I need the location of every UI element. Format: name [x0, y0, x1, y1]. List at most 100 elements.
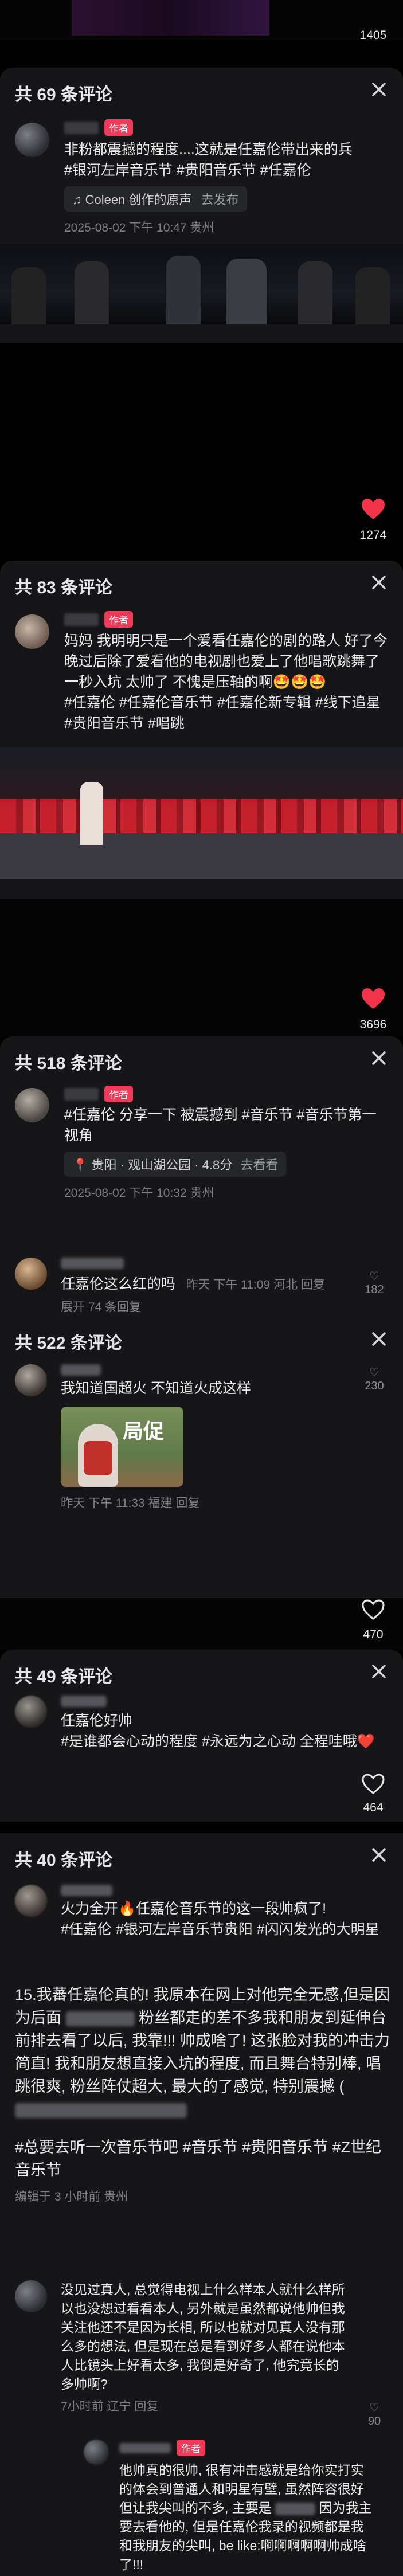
comment-text: 没见过真人, 总觉得电视上什么样本人就什么样所以也没想过看看本人, 另外就是虽然… — [61, 2282, 345, 2391]
comment-panel: 共 40 条评论 火力全开🔥任嘉伦音乐节的这一段帅疯了! #任嘉伦 #银河左岸音… — [0, 1833, 403, 2576]
video-thumbnail[interactable] — [0, 747, 403, 879]
comment-meta: 昨天 下午 11:09 河北 回复 — [186, 1278, 325, 1291]
post-tags[interactable]: #任嘉伦 #任嘉伦音乐节 #任嘉伦新专辑 #线下追星 #贵阳音乐节 #唱跳 — [64, 692, 392, 734]
redacted-text — [15, 2103, 187, 2118]
comment-meta: 昨天 下午 11:33 福建 回复 — [61, 1497, 200, 1510]
post-text: 妈妈 我明明只是一个爱看任嘉伦的剧的路人 好了今晚过后除了爱看他的电视剧也爱上了… — [64, 633, 388, 690]
like-column[interactable]: 1405 — [350, 0, 396, 42]
close-icon[interactable] — [367, 571, 390, 594]
comment-like-count: 90 — [367, 2415, 381, 2428]
username[interactable] — [64, 613, 99, 626]
username[interactable] — [119, 2442, 171, 2453]
post-timestamp: 2025-08-02 下午 10:47 贵州 — [64, 221, 214, 234]
username[interactable] — [61, 1258, 124, 1269]
like-count: 3696 — [359, 1018, 387, 1031]
comment-count-title: 共 83 条评论 — [15, 578, 113, 597]
like-column[interactable]: 470 — [350, 1598, 396, 1642]
comment-count-title: 共 522 条评论 — [15, 1334, 122, 1353]
username[interactable] — [64, 121, 99, 134]
comment-meta: 7小时前 辽宁 回复 — [61, 2400, 159, 2413]
username[interactable] — [61, 1696, 107, 1707]
comment-like[interactable]: ♡ 230 — [357, 1365, 392, 1393]
sticker-caption: 局促 — [123, 1419, 165, 1443]
comment-count-title: 共 69 条评论 — [15, 85, 113, 104]
music-publish: 去发布 — [201, 193, 239, 207]
post-timestamp: 2025-08-02 下午 10:32 贵州 — [64, 1187, 214, 1200]
close-icon[interactable] — [367, 1843, 390, 1866]
author-badge: 作者 — [104, 119, 133, 136]
panel-header: 共 518 条评论 — [0, 1036, 403, 1080]
redacted-text — [275, 2502, 316, 2515]
video-thumbnail[interactable] — [0, 244, 403, 324]
video-area[interactable] — [0, 1598, 403, 1650]
username[interactable] — [61, 1885, 112, 1896]
comment-count-title: 共 518 条评论 — [15, 1054, 122, 1073]
comment-like-count: 230 — [365, 1380, 384, 1392]
heart-icon[interactable] — [361, 987, 386, 1010]
avatar[interactable] — [15, 1258, 47, 1290]
comment-text: 任嘉伦好帅 — [61, 1713, 133, 1729]
heart-outline-icon[interactable] — [361, 1772, 386, 1795]
video-area[interactable] — [0, 899, 403, 1036]
avatar[interactable] — [15, 1885, 47, 1917]
avatar[interactable] — [15, 123, 49, 157]
close-icon[interactable] — [367, 1660, 390, 1683]
panel-header: 共 83 条评论 — [0, 561, 403, 604]
panel-header: 共 49 条评论 — [0, 1650, 403, 1693]
location-chip[interactable]: 📍 贵阳 · 观山湖公园 · 4.8分 去看看 — [64, 1152, 287, 1177]
comment-panel: 共 69 条评论 作者 非粉都震撼的程度....这就是任嘉伦带出来的兵 #银河左… — [0, 68, 403, 343]
panel-header: 共 40 条评论 — [0, 1833, 403, 1877]
like-count: 1405 — [359, 29, 387, 42]
music-icon: ♫ — [72, 193, 82, 207]
sticker-image[interactable]: 局促 — [61, 1407, 183, 1487]
post-body: 15.我蕃任嘉伦真的! 我原本在网上对他完全无感,但是因为后面 粉丝都走的差不多… — [15, 1983, 390, 2205]
like-column[interactable]: 464 — [350, 1772, 396, 1815]
close-icon[interactable] — [367, 78, 390, 101]
heart-outline-icon: ♡ — [369, 1270, 379, 1283]
comment-panel: 共 522 条评论 我知道国超火 不知道火成这样 局促 昨天 下午 11:33 … — [0, 1329, 403, 1598]
video-area[interactable] — [0, 0, 403, 40]
post-tags[interactable]: #银河左岸音乐节 #贵阳音乐节 #任嘉伦 — [64, 160, 386, 181]
post-text: #任嘉伦 分享一下 被震撼到 #音乐节 #音乐节第一视角 — [64, 1107, 377, 1144]
location-name: 贵阳 · 观山湖公园 · 4.8分 — [91, 1158, 233, 1172]
username[interactable] — [61, 1364, 101, 1376]
music-title: Coleen 创作的原声 — [85, 193, 192, 207]
comment-panel: 共 518 条评论 作者 #任嘉伦 分享一下 被震撼到 #音乐节 #音乐节第一视… — [0, 1036, 403, 1334]
like-count: 470 — [363, 1628, 384, 1641]
author-badge: 作者 — [104, 611, 133, 628]
comment-like[interactable]: ♡ 182 — [357, 1269, 392, 1297]
comment-count-title: 共 40 条评论 — [15, 1851, 113, 1870]
heart-outline-icon: ♡ — [369, 1367, 379, 1379]
video-area[interactable] — [0, 343, 403, 561]
avatar[interactable] — [15, 2280, 47, 2312]
redacted-text — [65, 2011, 135, 2026]
comment-text: 我知道国超火 不知道火成这样 — [61, 1380, 251, 1396]
author-badge: 作者 — [104, 1086, 133, 1102]
post-tags[interactable]: #任嘉伦 #银河左岸音乐节贵阳 #闪闪发光的大明星 — [61, 1919, 386, 1940]
avatar[interactable] — [15, 1088, 49, 1122]
comment-panel: 共 49 条评论 任嘉伦好帅 #是谁都会心动的程度 #永远为之心动 全程哇哦❤️… — [0, 1650, 403, 1822]
comment-like[interactable]: ♡ 90 — [357, 2401, 392, 2428]
like-count: 1274 — [359, 528, 387, 542]
post-tags[interactable]: #总要去听一次音乐节吧 #音乐节 #贵阳音乐节 #Z世纪音乐节 — [15, 2136, 390, 2182]
like-column[interactable]: 1274 — [350, 498, 396, 542]
post-text: 非粉都震撼的程度....这就是任嘉伦带出来的兵 — [64, 142, 353, 158]
avatar[interactable] — [15, 1696, 47, 1728]
comment-text: 任嘉伦这么红的吗 — [61, 1276, 176, 1292]
author-badge: 作者 — [177, 2440, 205, 2456]
panel-header: 共 69 条评论 — [0, 68, 403, 111]
close-icon[interactable] — [367, 1329, 390, 1350]
username[interactable] — [64, 1087, 99, 1101]
close-icon[interactable] — [367, 1047, 390, 1070]
like-column[interactable]: 3696 — [350, 987, 396, 1032]
comment-tags[interactable]: #是谁都会心动的程度 #永远为之心动 全程哇哦❤️ — [61, 1731, 386, 1752]
panel-header: 共 522 条评论 — [0, 1329, 403, 1357]
heart-outline-icon[interactable] — [361, 1598, 386, 1621]
avatar[interactable] — [15, 614, 49, 649]
avatar[interactable] — [15, 1364, 47, 1396]
music-chip[interactable]: ♫ Coleen 创作的原声 去发布 — [64, 186, 247, 212]
heart-icon[interactable] — [361, 498, 386, 520]
expand-replies[interactable]: 展开 74 条回复 — [61, 1298, 386, 1315]
video-frame — [72, 0, 269, 36]
avatar[interactable] — [84, 2440, 109, 2465]
